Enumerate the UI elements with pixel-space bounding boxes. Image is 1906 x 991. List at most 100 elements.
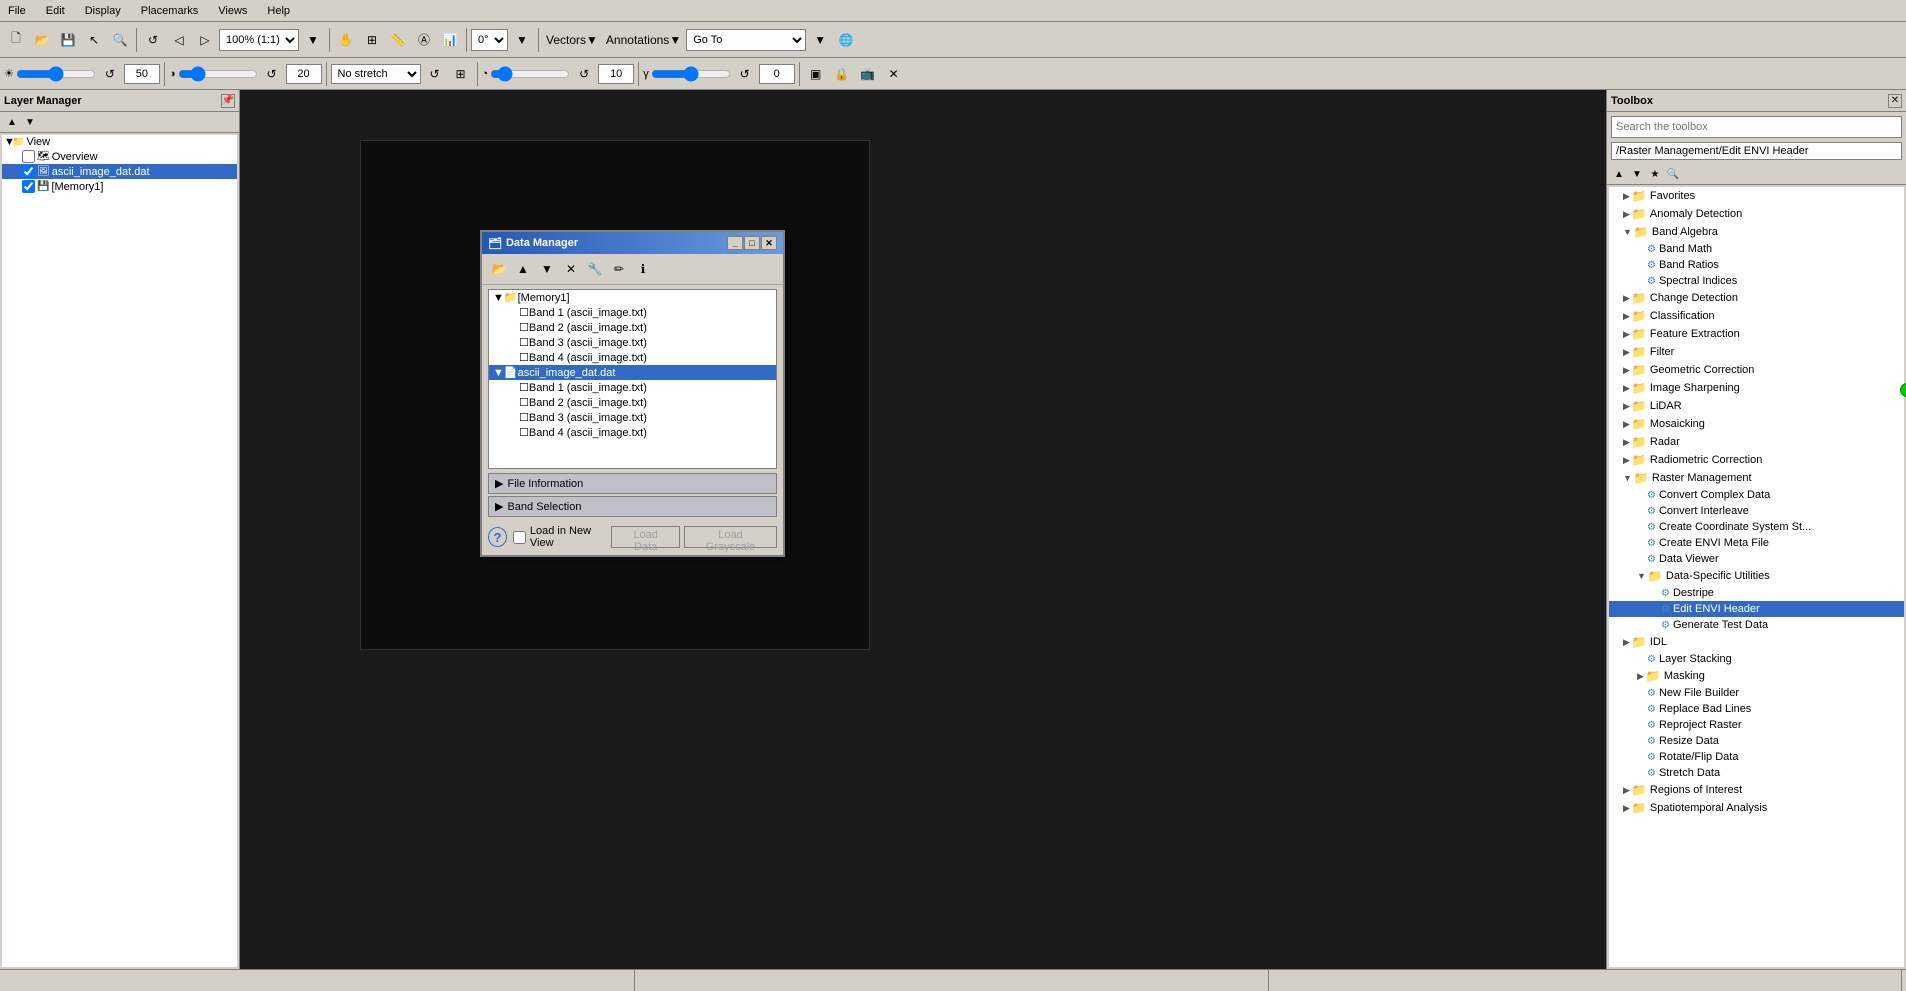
toolbox-item-21[interactable]: ⚙Data Viewer — [1609, 551, 1904, 567]
toolbox-item-8[interactable]: ▶📁Feature Extraction — [1609, 325, 1904, 343]
stretch-select[interactable]: No stretch Linear Equalization — [331, 64, 421, 84]
dm-band1-a[interactable]: ☐ Band 1 (ascii_image.txt) — [489, 380, 776, 395]
lock-btn[interactable]: 🔒 — [830, 61, 854, 87]
select-btn[interactable]: ⊞ — [360, 27, 384, 53]
toolbox-item-19[interactable]: ⚙Create Coordinate System St... — [1609, 519, 1904, 535]
back-btn[interactable]: ◁ — [167, 27, 191, 53]
toolbox-item-31[interactable]: ⚙Reproject Raster — [1609, 717, 1904, 733]
toolbox-item-26[interactable]: ▶📁IDL — [1609, 633, 1904, 651]
opacity-reset-btn[interactable]: ↺ — [572, 61, 596, 87]
zoom-in-btn[interactable]: 🔍 — [108, 27, 132, 53]
toolbox-search-input[interactable] — [1611, 116, 1902, 138]
annotations-btn[interactable]: Annotations▼ — [603, 27, 684, 53]
forward-btn[interactable]: ▷ — [193, 27, 217, 53]
dialog-edit-btn[interactable]: ✏ — [608, 258, 630, 280]
toolbox-item-10[interactable]: ▶📁Geometric Correction — [1609, 361, 1904, 379]
menu-edit[interactable]: Edit — [42, 3, 69, 19]
load-data-btn[interactable]: Load Data — [611, 526, 680, 548]
stretch-apply-btn[interactable]: ⊞ — [449, 61, 473, 87]
dialog-down-btn[interactable]: ▼ — [536, 258, 558, 280]
menu-views[interactable]: Views — [214, 3, 251, 19]
dialog-titlebar[interactable]: 🗂 Data Manager _ □ ✕ — [482, 232, 783, 254]
dialog-open-btn[interactable]: 📂 — [488, 258, 510, 280]
toolbox-item-11[interactable]: ▶📁Image Sharpening — [1609, 379, 1904, 397]
layer-expand-btn[interactable]: ▼ — [22, 114, 38, 130]
zoom-apply-btn[interactable]: ▼ — [301, 27, 325, 53]
toolbox-item-2[interactable]: ▼📁Band Algebra — [1609, 223, 1904, 241]
help-btn[interactable]: ? — [488, 527, 507, 547]
dm-band1-m[interactable]: ☐ Band 1 (ascii_image.txt) — [489, 305, 776, 320]
contrast-reset-btn[interactable]: ↺ — [260, 61, 284, 87]
portal-btn[interactable]: 🌐 — [834, 27, 858, 53]
toolbox-close-btn[interactable]: ✕ — [1888, 94, 1902, 108]
brightness-slider[interactable] — [16, 67, 96, 81]
brightness-reset-btn[interactable]: ↺ — [98, 61, 122, 87]
toolbox-item-20[interactable]: ⚙Create ENVI Meta File — [1609, 535, 1904, 551]
layer-tree-memory[interactable]: 💾 [Memory1] — [2, 179, 237, 194]
stretch-reset-btn[interactable]: ↺ — [423, 61, 447, 87]
toolbox-item-30[interactable]: ⚙Replace Bad Lines — [1609, 701, 1904, 717]
toolbox-item-33[interactable]: ⚙Rotate/Flip Data — [1609, 749, 1904, 765]
pointer-btn[interactable]: ↖ — [82, 27, 106, 53]
layer-tree-overview[interactable]: 🗺 Overview — [2, 149, 237, 164]
flatten-btn[interactable]: ▣ — [804, 61, 828, 87]
measure-btn[interactable]: 📏 — [386, 27, 410, 53]
dialog-minimize-btn[interactable]: _ — [727, 236, 743, 250]
toolbox-item-4[interactable]: ⚙Band Ratios — [1609, 257, 1904, 273]
file-info-header[interactable]: ▶ File Information — [488, 473, 777, 494]
toolbox-item-0[interactable]: ▶📁Favorites — [1609, 187, 1904, 205]
rotation-apply-btn[interactable]: ▼ — [510, 27, 534, 53]
load-grayscale-btn[interactable]: Load Grayscale — [684, 526, 777, 548]
toolbox-item-24[interactable]: ⚙Edit ENVI Header — [1609, 601, 1904, 617]
toolbox-item-13[interactable]: ▶📁Mosaicking — [1609, 415, 1904, 433]
toolbox-item-22[interactable]: ▼📁Data-Specific Utilities — [1609, 567, 1904, 585]
opacity-slider[interactable] — [490, 67, 570, 81]
contrast-slider[interactable] — [178, 67, 258, 81]
toolbox-item-1[interactable]: ▶📁Anomaly Detection — [1609, 205, 1904, 223]
gamma-reset-btn[interactable]: ↺ — [733, 61, 757, 87]
layer-tree-view[interactable]: ▼ 📁 View — [2, 135, 237, 149]
dm-memory1[interactable]: ▼ 📁 [Memory1] — [489, 290, 776, 305]
dialog-up-btn[interactable]: ▲ — [512, 258, 534, 280]
toolbox-favorites-btn[interactable]: ★ — [1647, 166, 1663, 182]
dm-band2-a[interactable]: ☐ Band 2 (ascii_image.txt) — [489, 395, 776, 410]
toolbox-back-btn[interactable]: ▲ — [1611, 166, 1627, 182]
band-selection-header[interactable]: ▶ Band Selection — [488, 496, 777, 517]
goto-select[interactable]: Go To — [686, 29, 806, 51]
toolbox-item-29[interactable]: ⚙New File Builder — [1609, 685, 1904, 701]
dialog-tools-btn[interactable]: 🔧 — [584, 258, 606, 280]
toolbox-forward-btn[interactable]: ▼ — [1629, 166, 1645, 182]
new-btn[interactable]: 🗋 — [4, 27, 28, 53]
ascii-checkbox[interactable] — [22, 165, 35, 178]
toolbox-item-36[interactable]: ▶📁Spatiotemporal Analysis — [1609, 799, 1904, 817]
toolbox-item-17[interactable]: ⚙Convert Complex Data — [1609, 487, 1904, 503]
overview-checkbox[interactable] — [22, 150, 35, 163]
pan-btn[interactable]: ✋ — [334, 27, 358, 53]
toolbox-item-5[interactable]: ⚙Spectral Indices — [1609, 273, 1904, 289]
zoom-select[interactable]: 100% (1:1) — [219, 29, 299, 51]
layer-tree-ascii[interactable]: 🖼 ascii_image_dat.dat — [2, 164, 237, 179]
dm-band4-m[interactable]: ☐ Band 4 (ascii_image.txt) — [489, 350, 776, 365]
refresh-btn[interactable]: ↺ — [141, 27, 165, 53]
vectors-btn[interactable]: Vectors▼ — [543, 27, 601, 53]
toolbox-item-35[interactable]: ▶📁Regions of Interest — [1609, 781, 1904, 799]
toolbox-item-16[interactable]: ▼📁Raster Management — [1609, 469, 1904, 487]
toolbox-item-7[interactable]: ▶📁Classification — [1609, 307, 1904, 325]
toolbox-item-32[interactable]: ⚙Resize Data — [1609, 733, 1904, 749]
dialog-info-btn[interactable]: ℹ — [632, 258, 654, 280]
dm-band3-m[interactable]: ☐ Band 3 (ascii_image.txt) — [489, 335, 776, 350]
toolbox-item-6[interactable]: ▶📁Change Detection — [1609, 289, 1904, 307]
goto-btn[interactable]: ▼ — [808, 27, 832, 53]
save-btn[interactable]: 💾 — [56, 27, 80, 53]
profile-btn[interactable]: 📊 — [438, 27, 462, 53]
load-new-view-checkbox[interactable] — [513, 531, 526, 544]
rotation-select[interactable]: 0° — [471, 29, 508, 51]
dm-band4-a[interactable]: ☐ Band 4 (ascii_image.txt) — [489, 425, 776, 440]
menu-file[interactable]: File — [4, 3, 30, 19]
toolbox-search-btn[interactable]: 🔍 — [1665, 166, 1681, 182]
dialog-delete-btn[interactable]: ✕ — [560, 258, 582, 280]
dialog-close-btn[interactable]: ✕ — [761, 236, 777, 250]
annotate-btn[interactable]: Ⓐ — [412, 27, 436, 53]
gamma-slider[interactable] — [651, 67, 731, 81]
menu-help[interactable]: Help — [263, 3, 294, 19]
